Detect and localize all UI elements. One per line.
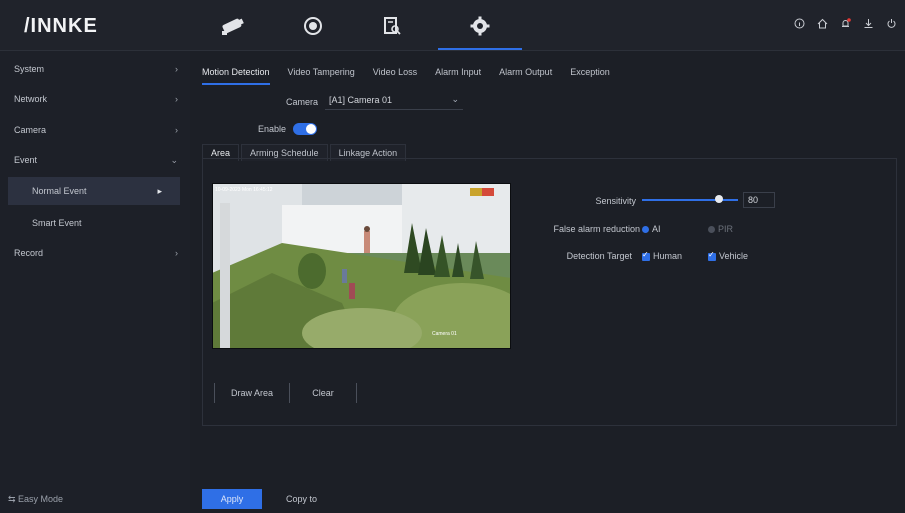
sidebar-item-label: Smart Event xyxy=(32,218,82,228)
gear-icon xyxy=(470,16,490,36)
draw-area-button[interactable]: Draw Area xyxy=(215,383,289,403)
checkbox-checked-icon xyxy=(708,250,716,261)
sidebar-item-label: Normal Event xyxy=(32,186,87,196)
tab-alarm-output[interactable]: Alarm Output xyxy=(499,67,552,85)
sidebar-item-label: System xyxy=(14,64,45,74)
file-search-icon xyxy=(384,17,401,35)
chevron-down-icon: ⌄ xyxy=(451,94,459,104)
sidebar-item-label: Camera xyxy=(14,125,47,135)
copy-to-button[interactable]: Copy to xyxy=(286,489,317,509)
false-alarm-label: False alarm reduction xyxy=(553,224,640,234)
sidebar-item-system[interactable]: System › xyxy=(0,55,190,83)
camera-scene-image xyxy=(212,183,511,349)
camera-preview[interactable]: 10-09-2023 Mon 16:45:12 Camera 01 xyxy=(212,183,511,349)
camera-select-value: [A1] Camera 01 xyxy=(329,95,393,105)
cursor-pointer-icon: ▸ xyxy=(157,185,162,196)
camera-live-icon xyxy=(222,18,244,35)
sensitivity-label: Sensitivity xyxy=(595,196,636,206)
download-icon[interactable] xyxy=(863,18,874,29)
playback-icon xyxy=(304,17,322,35)
sidebar-item-network[interactable]: Network › xyxy=(0,85,190,113)
top-bar: /INNKE xyxy=(0,0,905,51)
tab-video-tampering[interactable]: Video Tampering xyxy=(288,67,355,85)
camera-label: Camera xyxy=(285,97,318,107)
chevron-right-icon: › xyxy=(175,248,178,258)
video-osd-camera-name: Camera 01 xyxy=(432,331,457,337)
false-alarm-option-ai[interactable]: AI xyxy=(642,224,661,234)
sidebar-item-record[interactable]: Record › xyxy=(0,239,190,267)
event-tabs: Motion Detection Video Tampering Video L… xyxy=(202,67,628,85)
sidebar-item-event[interactable]: Event ⌄ xyxy=(0,146,190,174)
home-icon[interactable] xyxy=(817,18,828,29)
radio-selected-icon xyxy=(642,226,649,234)
sensitivity-value[interactable]: 80 xyxy=(743,192,775,208)
radio-disabled-icon xyxy=(708,226,715,234)
chevron-down-icon: ⌄ xyxy=(170,154,178,165)
alarm-bell-icon[interactable] xyxy=(840,18,851,29)
top-right-tools xyxy=(794,18,897,29)
sidebar-item-label: Event xyxy=(14,155,38,165)
nav-playback[interactable] xyxy=(298,12,328,40)
option-label: Human xyxy=(653,251,683,261)
easy-mode-button[interactable]: ⇆ Easy Mode xyxy=(8,494,63,505)
option-label: PIR xyxy=(718,224,734,234)
video-osd-timestamp: 10-09-2023 Mon 16:45:12 xyxy=(215,187,273,193)
area-buttons: Draw Area Clear xyxy=(214,383,357,403)
sidebar-item-smart-event[interactable]: Smart Event xyxy=(0,209,190,237)
target-vehicle-checkbox[interactable]: Vehicle xyxy=(708,250,749,261)
chevron-right-icon: › xyxy=(175,94,178,104)
sidebar-item-label: Network xyxy=(14,94,48,104)
tab-alarm-input[interactable]: Alarm Input xyxy=(435,67,481,85)
enable-label: Enable xyxy=(257,124,286,134)
tab-exception[interactable]: Exception xyxy=(570,67,610,85)
nav-file-search[interactable] xyxy=(377,12,407,40)
chevron-right-icon: › xyxy=(175,125,178,135)
sidebar: System › Network › Camera › Event ⌄ Norm… xyxy=(0,51,190,513)
power-icon[interactable] xyxy=(886,18,897,29)
false-alarm-option-pir: PIR xyxy=(708,224,733,234)
tab-video-loss[interactable]: Video Loss xyxy=(373,67,417,85)
main-content: Motion Detection Video Tampering Video L… xyxy=(190,51,905,513)
sensitivity-slider[interactable] xyxy=(642,195,738,203)
apply-button[interactable]: Apply xyxy=(202,489,262,509)
divider xyxy=(356,383,357,403)
slider-knob[interactable] xyxy=(714,195,723,203)
sidebar-item-camera[interactable]: Camera › xyxy=(0,116,190,144)
tab-motion-detection[interactable]: Motion Detection xyxy=(202,67,270,85)
sidebar-item-label: Record xyxy=(14,248,44,258)
target-human-checkbox[interactable]: Human xyxy=(642,250,683,261)
brand-logo: /INNKE xyxy=(24,15,98,37)
nav-settings[interactable] xyxy=(438,12,522,50)
detection-target-label: Detection Target xyxy=(566,251,632,261)
camera-select[interactable]: [A1] Camera 01 ⌄ xyxy=(325,93,463,110)
sidebar-item-normal-event[interactable]: Normal Event ▸ xyxy=(8,177,180,205)
chevron-right-icon: › xyxy=(175,64,178,74)
checkbox-checked-icon xyxy=(642,250,650,261)
clear-button[interactable]: Clear xyxy=(290,383,356,403)
option-label: AI xyxy=(652,224,661,234)
info-icon[interactable] xyxy=(794,18,805,29)
option-label: Vehicle xyxy=(719,251,749,261)
nav-live-view[interactable] xyxy=(218,12,248,40)
enable-toggle[interactable] xyxy=(293,123,317,135)
